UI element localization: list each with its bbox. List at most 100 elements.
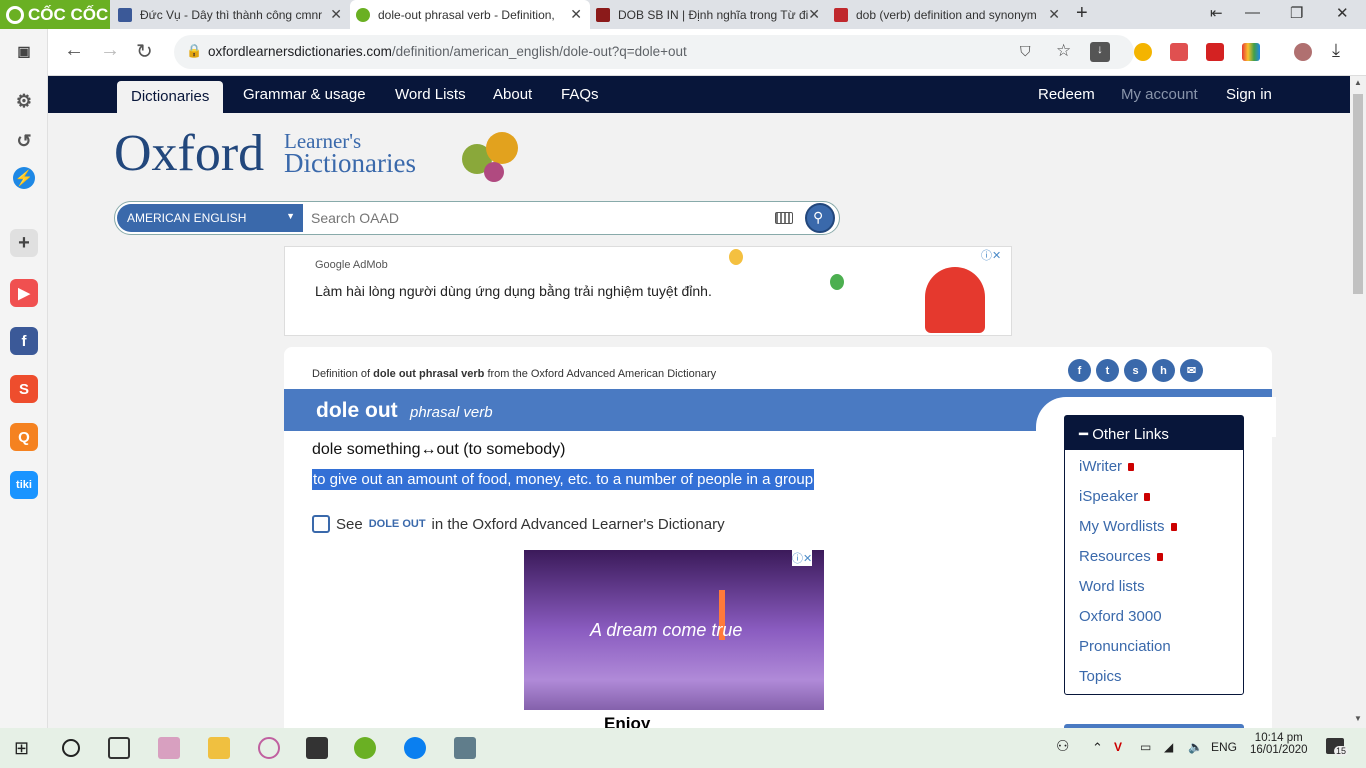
scrollbar[interactable]: ▲ ▼ <box>1350 76 1366 728</box>
ad-info-icon[interactable]: ⓘ✕ <box>792 550 813 566</box>
social-share: f t s h ✉ <box>1068 359 1203 382</box>
link-iwriter[interactable]: iWriter <box>1079 458 1135 475</box>
close-tab-icon[interactable]: ✕ <box>1048 6 1060 23</box>
external-link-icon[interactable] <box>312 515 330 533</box>
extension-red-icon[interactable] <box>1206 43 1224 61</box>
close-tab-icon[interactable]: ✕ <box>330 6 342 23</box>
nav-dictionaries[interactable]: Dictionaries <box>117 81 224 113</box>
zalo-icon[interactable] <box>404 737 426 759</box>
tiki-icon[interactable]: tiki <box>10 471 38 499</box>
shield-icon[interactable]: ⛉ <box>1020 43 1031 60</box>
extension-chrome-icon[interactable] <box>1134 43 1152 61</box>
unikey-icon[interactable]: V <box>1114 740 1122 754</box>
dictionary-select[interactable]: AMERICAN ENGLISH ▼ <box>117 204 303 232</box>
reload-icon[interactable]: ↻ <box>136 39 153 64</box>
close-window-icon[interactable]: ✕ <box>1336 4 1349 22</box>
messenger-icon[interactable]: ⚡ <box>13 167 35 189</box>
coccoc-taskbar-icon[interactable] <box>354 737 376 759</box>
tab-dob[interactable]: dob (verb) definition and synonym ✕ <box>828 0 1068 29</box>
logo-balls-icon <box>428 130 548 190</box>
volume-icon[interactable]: 🔈 <box>1188 740 1203 754</box>
minimize-icon[interactable]: — <box>1245 4 1260 21</box>
see-also-link[interactable]: DOLE OUT <box>369 518 426 530</box>
nav-grammar[interactable]: Grammar & usage <box>243 86 366 103</box>
task-view-icon[interactable] <box>108 737 130 759</box>
tab-facebook[interactable]: Đức Vụ - Dây thì thành công cmnr ✕ <box>112 0 350 29</box>
restore-tabs-icon[interactable]: ⇤ <box>1210 4 1223 22</box>
facebook-share-icon[interactable]: f <box>1068 359 1091 382</box>
bookmark-star-icon[interactable]: ☆ <box>1056 41 1071 61</box>
settings-icon[interactable]: ⚙ <box>10 87 38 115</box>
download-page-icon[interactable]: ↓ <box>1090 42 1110 62</box>
cortana-icon[interactable] <box>62 739 80 757</box>
sidebar-toggle-icon[interactable]: ▣ <box>10 37 38 65</box>
ad-text: Làm hài lòng người dùng ứng dụng bằng tr… <box>315 283 712 299</box>
shopee-icon[interactable]: S <box>10 375 38 403</box>
language-indicator[interactable]: ENG <box>1211 740 1237 754</box>
scroll-up-icon[interactable]: ▲ <box>1354 78 1362 87</box>
sticky-notes-icon[interactable] <box>306 737 328 759</box>
maximize-icon[interactable]: ❐ <box>1290 4 1303 22</box>
address-bar[interactable]: 🔒 oxfordlearnersdictionaries.com/definit… <box>174 35 1134 69</box>
logo-dictionaries: Dictionaries <box>284 148 416 178</box>
scrollbar-thumb[interactable] <box>1353 94 1363 294</box>
tab-oxford[interactable]: dole-out phrasal verb - Definition, ✕ <box>350 0 590 29</box>
link-pronunciation[interactable]: Pronunciation <box>1079 638 1171 655</box>
nav-faqs[interactable]: FAQs <box>561 86 599 103</box>
search-button[interactable]: ⚲ <box>805 203 835 233</box>
downloads-icon[interactable]: ⤓ <box>1332 40 1340 61</box>
add-app-icon[interactable]: + <box>10 229 38 257</box>
nav-sign-in[interactable]: Sign in <box>1226 86 1272 103</box>
tab-cambridge[interactable]: DOB SB IN | Định nghĩa trong Từ đi ✕ <box>590 0 828 29</box>
close-tab-icon[interactable]: ✕ <box>808 6 820 23</box>
youtube-icon[interactable]: ▶ <box>10 279 38 307</box>
clock[interactable]: 10:14 pm 16/01/2020 <box>1250 732 1308 756</box>
link-oxford-3000[interactable]: Oxford 3000 <box>1079 608 1162 625</box>
people-icon[interactable]: ⚇ <box>1056 737 1069 755</box>
link-resources[interactable]: Resources <box>1079 548 1163 565</box>
extension-colors-icon[interactable] <box>1242 43 1260 61</box>
oxford-logo-text[interactable]: Oxford <box>114 124 264 183</box>
link-ispeaker[interactable]: iSpeaker <box>1079 488 1151 505</box>
link-my-wordlists[interactable]: My Wordlists <box>1079 518 1177 535</box>
search-app-icon[interactable]: Q <box>10 423 38 451</box>
coccoc-logo[interactable]: CỐC CỐC <box>0 0 110 29</box>
learners-dictionaries-logo[interactable]: Learner's Dictionaries <box>284 130 416 178</box>
nav-about[interactable]: About <box>493 86 532 103</box>
new-tab-icon[interactable]: + <box>1076 2 1088 25</box>
windows-start-icon[interactable]: ⊞ <box>14 738 29 759</box>
other-links-header[interactable]: ━ Other Links <box>1065 416 1243 450</box>
app-icon[interactable] <box>454 737 476 759</box>
nav-word-lists[interactable]: Word Lists <box>395 86 466 103</box>
close-tab-icon[interactable]: ✕ <box>570 6 582 23</box>
facebook-icon[interactable]: f <box>10 327 38 355</box>
forward-icon[interactable]: → <box>100 39 120 62</box>
ad-image[interactable]: A dream come true Enjoy ⓘ✕ <box>524 550 824 728</box>
link-topics[interactable]: Topics <box>1079 668 1122 685</box>
email-share-icon[interactable]: ✉ <box>1180 359 1203 382</box>
history-icon[interactable]: ↺ <box>10 127 38 155</box>
definition-sense: to give out an amount of food, money, et… <box>312 469 815 490</box>
file-explorer-icon[interactable] <box>208 737 230 759</box>
show-hidden-icon[interactable]: ⌃ <box>1092 740 1103 756</box>
extension-shield-icon[interactable] <box>1170 43 1188 61</box>
network-icon[interactable]: ◢ <box>1164 740 1173 754</box>
hi-share-icon[interactable]: h <box>1152 359 1175 382</box>
ad-info-icon[interactable]: ⓘ✕ <box>981 247 1001 263</box>
nav-my-account[interactable]: My account <box>1121 86 1198 103</box>
stumbleupon-share-icon[interactable]: s <box>1124 359 1147 382</box>
nav-redeem[interactable]: Redeem <box>1038 86 1095 103</box>
twitter-share-icon[interactable]: t <box>1096 359 1119 382</box>
paint-icon[interactable] <box>258 737 280 759</box>
profile-avatar[interactable] <box>1294 43 1312 61</box>
search-input[interactable] <box>311 210 771 226</box>
url-text[interactable]: oxfordlearnersdictionaries.com/definitio… <box>208 44 687 59</box>
scroll-down-icon[interactable]: ▼ <box>1354 714 1362 723</box>
tab-bar: CỐC CỐC Đức Vụ - Dây thì thành công cmnr… <box>0 0 1366 29</box>
battery-icon[interactable]: ▭ <box>1140 740 1151 754</box>
link-word-lists[interactable]: Word lists <box>1079 578 1145 595</box>
ad-banner[interactable]: Google AdMob Làm hài lòng người dùng ứng… <box>284 246 1012 336</box>
app-icon[interactable] <box>158 737 180 759</box>
keyboard-icon[interactable] <box>775 212 793 224</box>
back-icon[interactable]: ← <box>64 39 84 62</box>
